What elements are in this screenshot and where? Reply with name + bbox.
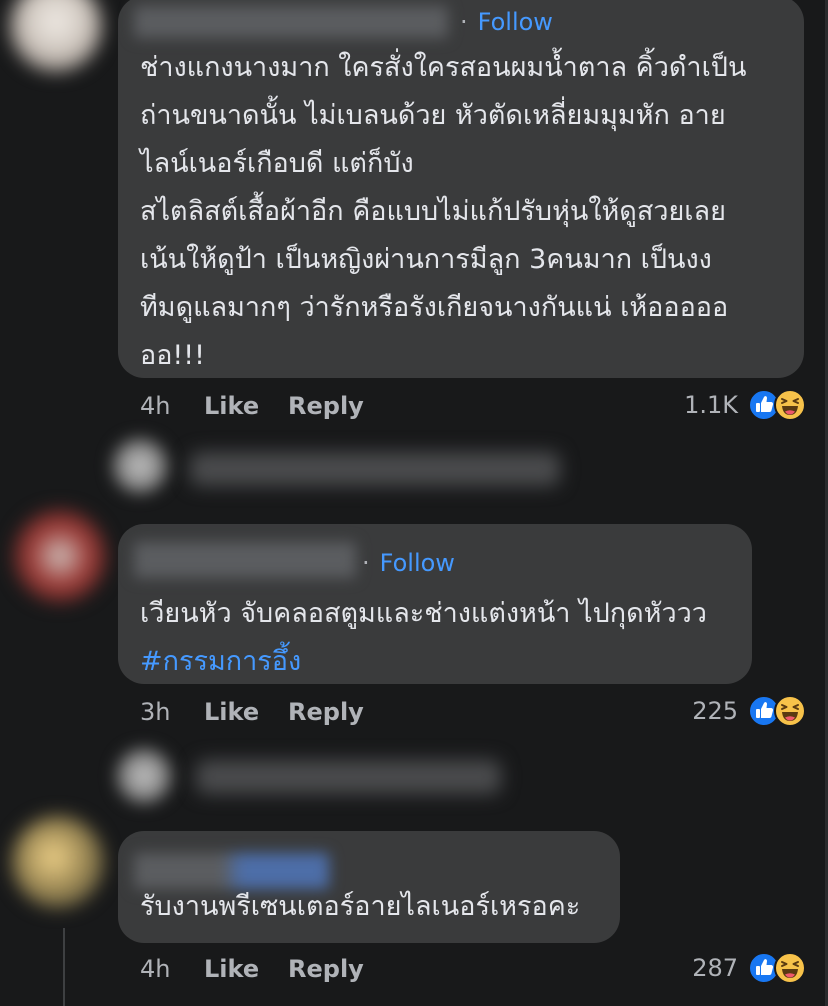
comment-line: ช่างแกงนางมาก ใครสั่งใครสอนผมน้ำตาล คิ้ว… — [140, 52, 747, 83]
reaction-count: 287 — [692, 954, 738, 982]
like-button[interactable]: Like — [204, 389, 288, 423]
like-button[interactable]: Like — [204, 695, 288, 729]
avatar[interactable] — [14, 510, 106, 602]
comment-line: ไลน์เนอร์เกือบดี แต่ก็บัง — [140, 148, 414, 179]
reply-button[interactable]: Reply — [288, 695, 364, 729]
haha-icon — [774, 389, 806, 421]
comment-line: เวียนหัว จับคลอสตูมและช่างแต่งหน้า ไปกุด… — [140, 598, 707, 629]
haha-icon — [774, 695, 806, 727]
reaction-count: 225 — [692, 697, 738, 725]
comment-line: สไตลิสต์เสื้อผ้าอีก คือแบบไม่แก้ปรับหุ่น… — [140, 196, 726, 227]
comment-actions: 3h Like Reply — [140, 695, 364, 729]
follow-label[interactable]: Follow — [380, 549, 455, 577]
separator-dot: · — [362, 549, 370, 577]
comment-bubble: รับงานพรีเซนเตอร์อายไลเนอร์เหรอคะ — [118, 831, 620, 943]
avatar[interactable] — [10, 0, 102, 72]
follow-link[interactable]: · Follow — [460, 7, 553, 37]
comment-line: ถ่านขนาดนั้น ไม่เบลนด้วย หัวตัดเหลี่ยมมุ… — [140, 100, 726, 131]
avatar[interactable] — [112, 438, 168, 494]
comment-text: เวียนหัว จับคลอสตูมและช่างแต่งหน้า ไปกุด… — [140, 590, 736, 686]
comment-text: รับงานพรีเซนเตอร์อายไลเนอร์เหรอคะ — [140, 883, 604, 931]
comment-line: รับงานพรีเซนเตอร์อายไลเนอร์เหรอคะ — [140, 891, 581, 922]
commenter-name-blurred[interactable] — [134, 542, 356, 578]
comment-actions: 4h Like Reply — [140, 952, 364, 986]
comment-line: เน้นให้ดูป้า เป็นหญิงผ่านการมีลูก 3คนมาก… — [140, 244, 712, 275]
commenter-name-blurred[interactable] — [134, 6, 448, 38]
reaction-summary[interactable]: 1.1K — [684, 387, 806, 423]
comment-timestamp[interactable]: 4h — [140, 389, 204, 423]
reply-button[interactable]: Reply — [288, 389, 364, 423]
comment-text: ช่างแกงนางมาก ใครสั่งใครสอนผมน้ำตาล คิ้ว… — [140, 44, 788, 380]
hidden-reply-blurred[interactable] — [196, 760, 501, 794]
thread-connector-line — [63, 928, 65, 1006]
reply-button[interactable]: Reply — [288, 952, 364, 986]
reaction-summary[interactable]: 287 — [692, 950, 806, 986]
comment-bubble: · Follow ช่างแกงนางมาก ใครสั่งใครสอนผมน้ำ… — [118, 0, 804, 378]
comment-timestamp[interactable]: 3h — [140, 695, 204, 729]
haha-icon — [774, 952, 806, 984]
comment-line: ทีมดูแลมากๆ ว่ารักหรือรังเกียจนางกันแน่ … — [140, 292, 729, 323]
comment-timestamp[interactable]: 4h — [140, 952, 204, 986]
comment-bubble: · Follow เวียนหัว จับคลอสตูมและช่างแต่งหน… — [118, 524, 752, 684]
hidden-reply-blurred[interactable] — [190, 452, 560, 486]
reaction-count: 1.1K — [684, 391, 738, 419]
separator-dot: · — [460, 8, 468, 36]
comment-line: ออ!!! — [140, 340, 205, 371]
follow-link[interactable]: · Follow — [362, 548, 455, 578]
reaction-summary[interactable]: 225 — [692, 693, 806, 729]
follow-label[interactable]: Follow — [478, 8, 553, 36]
avatar[interactable] — [12, 816, 104, 908]
comment-actions: 4h Like Reply — [140, 389, 364, 423]
comment-thread: · Follow ช่างแกงนางมาก ใครสั่งใครสอนผมน้ำ… — [0, 0, 828, 1006]
avatar[interactable] — [116, 748, 172, 804]
like-button[interactable]: Like — [204, 952, 288, 986]
hashtag-link[interactable]: #กรรมการอึ้ง — [140, 638, 736, 686]
